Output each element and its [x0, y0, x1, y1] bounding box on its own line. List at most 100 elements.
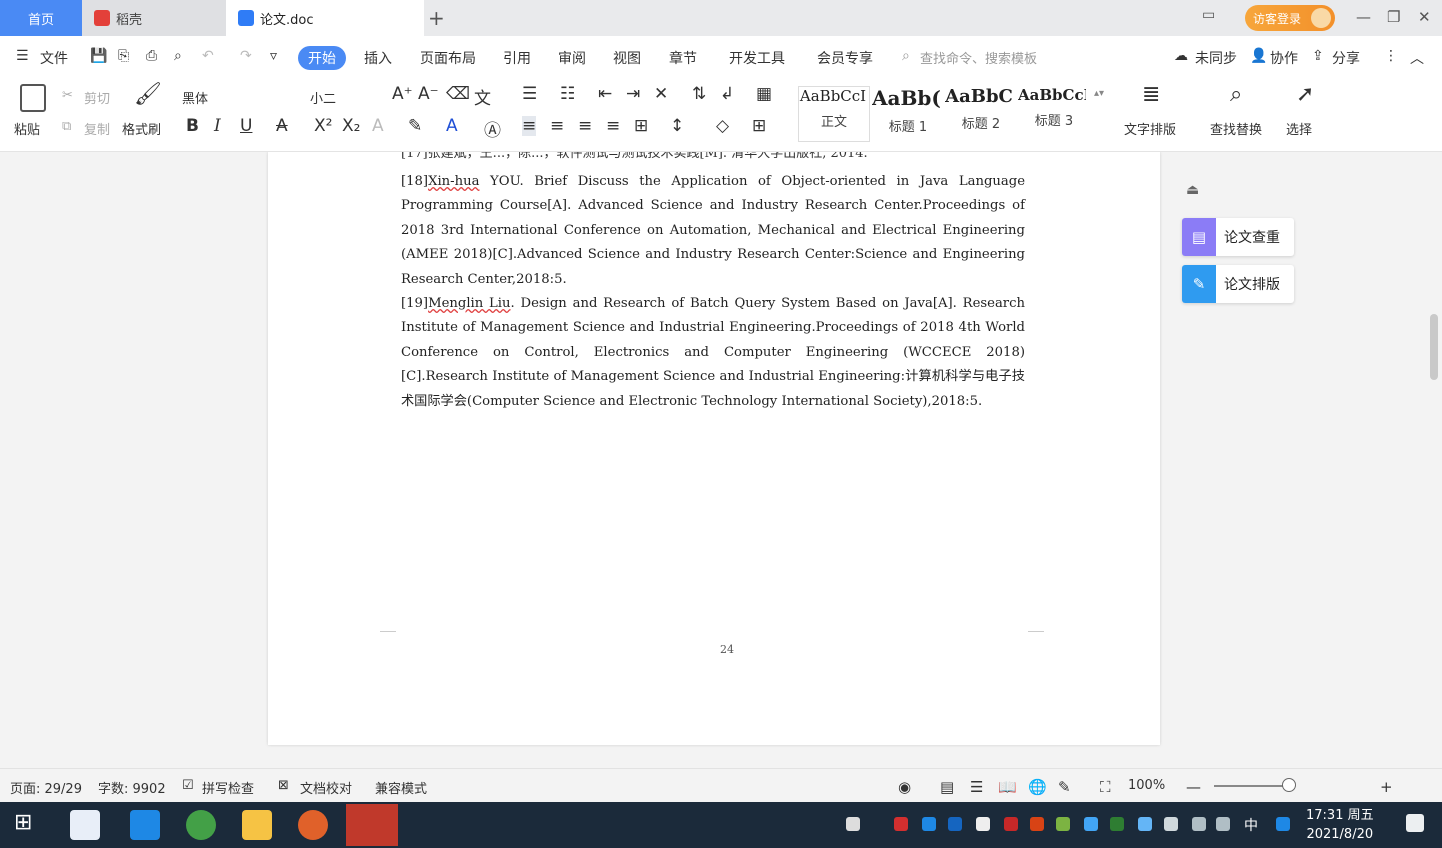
- page-count[interactable]: 页面: 29/29: [10, 778, 82, 797]
- spell-check-button[interactable]: 拼写检查: [202, 778, 254, 797]
- export-icon[interactable]: ⎘: [118, 48, 129, 64]
- customize-arrow-icon[interactable]: ▿: [270, 48, 277, 64]
- tray-wifi-icon[interactable]: [1192, 817, 1206, 831]
- eye-protect-icon[interactable]: ◉: [898, 778, 911, 796]
- collapse-ribbon-icon[interactable]: ︿: [1410, 48, 1424, 68]
- close-icon[interactable]: ✕: [1418, 8, 1431, 26]
- font-size-select[interactable]: 小二: [310, 88, 336, 107]
- web-view-icon[interactable]: 🌐: [1028, 778, 1047, 796]
- select-button[interactable]: 选择: [1286, 119, 1312, 138]
- tray-nvidia-icon[interactable]: [1110, 817, 1124, 831]
- chinese-layout-icon[interactable]: ✕: [654, 84, 668, 104]
- tab-home[interactable]: 首页: [0, 0, 82, 36]
- copy-button[interactable]: 复制: [84, 119, 110, 138]
- clear-format-icon[interactable]: ⌫: [446, 84, 470, 104]
- browser-green-icon[interactable]: [186, 810, 216, 840]
- align-left-icon[interactable]: ≡: [522, 116, 537, 136]
- tray-bell-icon[interactable]: [976, 817, 990, 831]
- tray-battery-icon[interactable]: [1164, 817, 1178, 831]
- tray-network-app-icon[interactable]: [922, 817, 936, 831]
- highlight-icon[interactable]: ✎: [408, 116, 422, 136]
- find-replace-button[interactable]: 查找替换: [1210, 119, 1262, 138]
- command-search-input[interactable]: 查找命令、搜索模板: [920, 48, 1037, 67]
- thesis-check-button[interactable]: ▤ 论文查重: [1182, 218, 1294, 256]
- increase-indent-icon[interactable]: ⇥: [626, 84, 640, 104]
- ie-browser-icon[interactable]: [130, 810, 160, 840]
- proofread-button[interactable]: 文档校对: [300, 778, 352, 797]
- system-clock[interactable]: 17:31 周五 2021/8/20: [1306, 806, 1374, 844]
- zoom-slider-knob[interactable]: [1282, 778, 1296, 792]
- sync-status[interactable]: 未同步: [1195, 48, 1237, 68]
- undo-icon[interactable]: ↶: [202, 48, 214, 64]
- strikethrough-icon[interactable]: A: [276, 116, 288, 136]
- notification-center-icon[interactable]: [1406, 814, 1424, 832]
- ime-indicator[interactable]: 中: [1244, 815, 1258, 835]
- style-heading-2[interactable]: AaBbC 标题 2: [945, 86, 1017, 142]
- justify-icon[interactable]: ≡: [606, 116, 620, 136]
- tray-app5-icon[interactable]: [1084, 817, 1098, 831]
- login-button[interactable]: 访客登录: [1245, 5, 1335, 31]
- distributed-icon[interactable]: ⊞: [634, 116, 648, 136]
- phonetic-icon[interactable]: 文: [474, 84, 491, 109]
- styles-scroll-icon[interactable]: ▴▾: [1094, 88, 1104, 99]
- menu-file[interactable]: 文件: [40, 48, 68, 68]
- game-app-icon[interactable]: [298, 810, 328, 840]
- save-icon[interactable]: 💾: [90, 48, 107, 64]
- style-normal[interactable]: AaBbCcI 正文: [798, 86, 870, 142]
- tray-bluetooth-icon[interactable]: [1138, 817, 1152, 831]
- document-page[interactable]: [17]张建斌，王...，陈...，软件测试与测试技术实践[M]. 清华大学出版…: [268, 152, 1160, 745]
- align-right-icon[interactable]: ≡: [578, 116, 592, 136]
- zoom-level[interactable]: 100%: [1128, 778, 1165, 793]
- menu-home[interactable]: 开始: [298, 46, 346, 70]
- text-effect-icon[interactable]: A: [372, 116, 384, 136]
- menu-page-layout[interactable]: 页面布局: [420, 48, 476, 68]
- cut-button[interactable]: 剪切: [84, 88, 110, 107]
- scrollbar-thumb[interactable]: [1430, 314, 1438, 380]
- zoom-out-icon[interactable]: —: [1186, 778, 1201, 796]
- shading-icon[interactable]: ◇: [716, 116, 729, 136]
- wps-writer-icon[interactable]: [346, 804, 398, 846]
- redo-icon[interactable]: ↷: [240, 48, 252, 64]
- grow-font-icon[interactable]: A⁺: [392, 84, 413, 104]
- menu-review[interactable]: 审阅: [558, 48, 586, 68]
- show-marks-icon[interactable]: ↲: [720, 84, 734, 104]
- bullet-list-icon[interactable]: ☰: [522, 84, 537, 104]
- line-spacing-icon[interactable]: ↕: [670, 116, 684, 136]
- vertical-scrollbar[interactable]: [1426, 152, 1442, 768]
- style-heading-1[interactable]: AaBb( 标题 1: [872, 86, 944, 142]
- tray-shield-icon[interactable]: [948, 817, 962, 831]
- tray-search-app-icon[interactable]: [1276, 817, 1290, 831]
- read-view-icon[interactable]: 📖: [998, 778, 1017, 796]
- outline-view-icon[interactable]: ☰: [970, 778, 983, 796]
- menu-insert[interactable]: 插入: [364, 48, 392, 68]
- char-border-icon[interactable]: Ⓐ: [484, 116, 501, 141]
- text-layout-button[interactable]: 文字排版: [1124, 119, 1176, 138]
- subscript-icon[interactable]: X₂: [342, 116, 360, 136]
- tray-volume-icon[interactable]: [1216, 817, 1230, 831]
- tray-app3-icon[interactable]: [1030, 817, 1044, 831]
- paste-button[interactable]: 粘贴: [14, 119, 40, 138]
- format-painter-button[interactable]: 格式刷: [122, 119, 161, 138]
- menu-member[interactable]: 会员专享: [817, 48, 873, 68]
- collab-button[interactable]: 协作: [1270, 48, 1298, 68]
- menu-view[interactable]: 视图: [613, 48, 641, 68]
- more-icon[interactable]: ⋮: [1384, 48, 1398, 64]
- side-panel-collapse-icon[interactable]: ⏏: [1186, 182, 1199, 198]
- font-color-icon[interactable]: A: [446, 116, 458, 136]
- tray-app4-icon[interactable]: [1056, 817, 1070, 831]
- font-name-select[interactable]: 黑体: [182, 88, 208, 107]
- hamburger-icon[interactable]: ☰: [16, 48, 29, 64]
- word-count[interactable]: 字数: 9902: [98, 778, 166, 797]
- share-button[interactable]: 分享: [1332, 48, 1360, 68]
- print-icon[interactable]: ⎙: [146, 48, 157, 64]
- menu-developer[interactable]: 开发工具: [729, 48, 785, 68]
- decrease-indent-icon[interactable]: ⇤: [598, 84, 612, 104]
- superscript-icon[interactable]: X²: [314, 116, 332, 136]
- write-view-icon[interactable]: ✎: [1058, 778, 1071, 796]
- shrink-font-icon[interactable]: A⁻: [418, 84, 439, 104]
- align-center-icon[interactable]: ≡: [550, 116, 564, 136]
- tray-app2-icon[interactable]: [1004, 817, 1018, 831]
- tray-security-icon[interactable]: [894, 817, 908, 831]
- thesis-layout-button[interactable]: ✎ 论文排版: [1182, 265, 1294, 303]
- numbered-list-icon[interactable]: ☷: [560, 84, 575, 104]
